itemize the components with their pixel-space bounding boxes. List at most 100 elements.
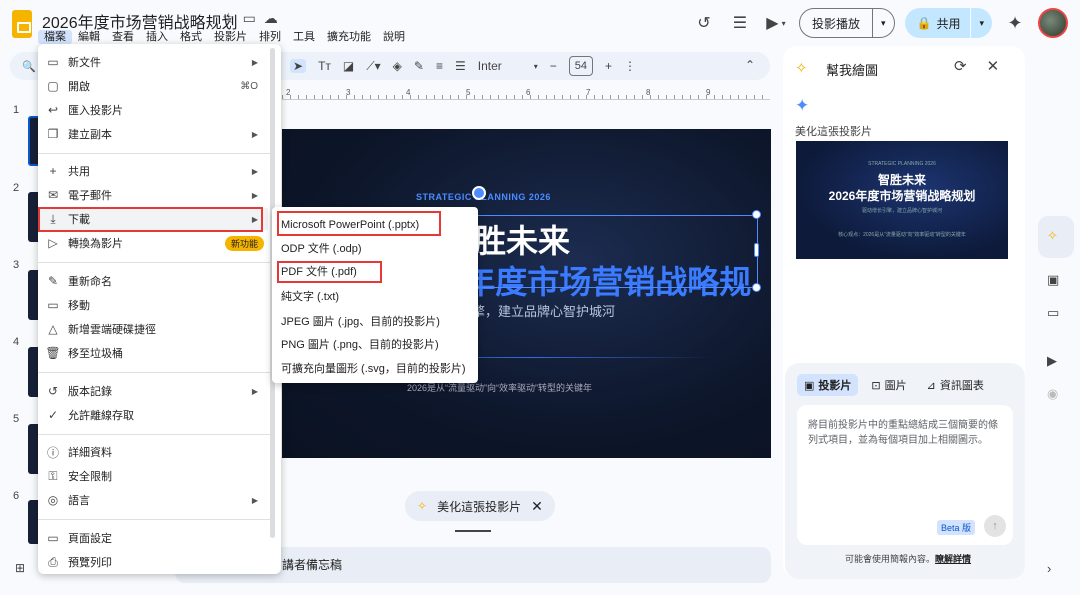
cloud-status-icon[interactable]: ☁: [264, 10, 278, 27]
font-size-input[interactable]: 54: [568, 56, 594, 76]
search-menus-icon[interactable]: 🔍: [22, 60, 36, 73]
menu-item-print-preview[interactable]: ⎙ 預覽列印: [38, 551, 268, 573]
shape-icon[interactable]: ◪: [343, 59, 354, 73]
fill-color-icon[interactable]: ◈: [393, 59, 402, 73]
menu-item-email[interactable]: ✉ 電子郵件 ▶: [38, 184, 268, 206]
border-color-icon[interactable]: ✎: [414, 59, 424, 73]
share-options-chevron-icon[interactable]: ▾: [971, 18, 992, 29]
menu-item-label: 移至垃圾桶: [68, 348, 123, 360]
select-icon[interactable]: ➤: [290, 59, 307, 73]
refresh-icon[interactable]: ⟳: [954, 57, 967, 75]
more-options-icon[interactable]: ⋮: [624, 59, 636, 73]
menu-item-trash[interactable]: 🗑 移至垃圾桶: [38, 342, 268, 364]
comment-icon[interactable]: ☰: [727, 10, 753, 36]
slides-logo[interactable]: [12, 10, 32, 38]
border-dash-icon[interactable]: ☰: [455, 59, 466, 73]
line-icon[interactable]: ⟋▾: [366, 59, 380, 74]
menu-item-add-shortcut[interactable]: △ 新增雲端硬碟捷徑: [38, 318, 268, 340]
learn-more-link[interactable]: 瞭解詳情: [935, 554, 971, 564]
menu-help[interactable]: 說明: [377, 30, 411, 44]
menu-item-convert-to-video[interactable]: ▷ 轉換為影片 新功能: [38, 232, 268, 254]
menu-extensions[interactable]: 擴充功能: [321, 30, 377, 44]
download-svg[interactable]: 可擴充向量圖形 (.svg，目前的投影片): [281, 358, 466, 380]
download-png[interactable]: PNG 圖片 (.png、目前的投影片): [281, 334, 439, 356]
speaker-notes-placeholder[interactable]: 講者備忘稿: [282, 556, 342, 573]
menu-item-version-history[interactable]: ↺ 版本記錄 ▶: [38, 380, 268, 402]
file-menu: ▭ 新文件 ▶ ▢ 開啟 ⌘O ↩ 匯入投影片 ❐ 建立副本 ▶ + 共用 ▶ ✉ 電子郵件 ▶ ⤓ 下…: [38, 44, 281, 574]
offline-check-icon: ✓: [47, 408, 59, 422]
resize-handle[interactable]: [754, 243, 759, 257]
tab-infographic[interactable]: ⊿ 資訊圖表: [920, 374, 991, 396]
close-icon[interactable]: ✕: [531, 498, 543, 515]
circle-icon[interactable]: ◉: [1047, 386, 1058, 402]
submenu-arrow-icon: ▶: [251, 129, 258, 139]
menu-item-security-limits[interactable]: ⚿ 安全限制: [38, 465, 268, 487]
menu-format[interactable]: 格式: [174, 30, 208, 44]
menu-arrange[interactable]: 排列: [253, 30, 287, 44]
border-weight-icon[interactable]: ≡: [436, 59, 443, 73]
move-folder-icon[interactable]: ▭: [243, 10, 256, 27]
menu-item-language[interactable]: ◎ 語言 ▶: [38, 489, 268, 511]
video-call-icon[interactable]: ▶ ▾: [763, 10, 789, 36]
prompt-tabs: ▣ 投影片 ⊡ 圖片 ⊿ 資訊圖表: [797, 374, 991, 396]
header-actions: ↺ ☰ ▶ ▾ 投影播放 ▾ 🔒 共用 ▾ ✦: [691, 8, 1068, 38]
menu-tools[interactable]: 工具: [287, 30, 321, 44]
expand-panel-icon[interactable]: ›: [1047, 561, 1051, 576]
menu-item-open[interactable]: ▢ 開啟 ⌘O: [38, 75, 268, 97]
menu-item-page-setup[interactable]: ▭ 頁面設定: [38, 527, 268, 549]
menu-item-new[interactable]: ▭ 新文件 ▶: [38, 51, 268, 73]
history-icon[interactable]: ↺: [691, 10, 717, 36]
keep-icon[interactable]: ▣: [1047, 272, 1059, 288]
paintbrush-sparkle-icon[interactable]: ✧: [1047, 228, 1058, 244]
menu-item-share[interactable]: + 共用 ▶: [38, 160, 268, 182]
menu-item-details[interactable]: ⓘ 詳細資料: [38, 441, 268, 463]
highlight-box: [38, 207, 263, 232]
menu-item-import-slides[interactable]: ↩ 匯入投影片: [38, 99, 268, 121]
menu-item-label: 允許離線存取: [68, 410, 134, 422]
beta-badge: Beta 版: [937, 520, 976, 535]
panel-title: 幫我繪圖: [826, 63, 879, 78]
tab-images[interactable]: ⊡ 圖片: [864, 374, 913, 396]
menu-item-offline[interactable]: ✓ 允許離線存取: [38, 404, 268, 426]
menu-file[interactable]: 檔案: [38, 30, 72, 44]
menu-insert[interactable]: 插入: [140, 30, 174, 44]
folder-icon[interactable]: ▭: [1047, 305, 1059, 321]
menu-item-make-copy[interactable]: ❐ 建立副本 ▶: [38, 123, 268, 145]
security-icon: ⚿: [48, 468, 58, 483]
prompt-input-text[interactable]: 將目前投影片中的重點總結成三個簡要的條列式項目，並為每個項目加上相關圖示。: [808, 418, 1003, 448]
menu-item-move[interactable]: ▭ 移動: [38, 294, 268, 316]
share-button[interactable]: 🔒 共用: [905, 8, 972, 38]
download-jpg[interactable]: JPEG 圖片 (.jpg、目前的投影片): [281, 311, 440, 333]
font-size-increase[interactable]: +: [605, 59, 612, 73]
thumb-heading-1: 智胜未来: [877, 173, 926, 187]
resize-handle[interactable]: [752, 210, 761, 219]
font-select[interactable]: Inter ▾: [478, 59, 538, 73]
star-icon[interactable]: ☆: [222, 10, 235, 27]
rotate-handle[interactable]: [472, 186, 486, 200]
ruler-label: 5: [466, 88, 471, 97]
avatar[interactable]: [1038, 8, 1068, 38]
send-arrow-icon[interactable]: ↑: [984, 515, 1006, 537]
menu-view[interactable]: 查看: [106, 30, 140, 44]
gemini-sparkle-icon[interactable]: ✦: [1002, 10, 1028, 36]
tab-slides[interactable]: ▣ 投影片: [797, 374, 859, 396]
collapse-toolbar-icon[interactable]: ⌃: [745, 58, 755, 72]
video-icon[interactable]: ▶: [1047, 353, 1057, 369]
present-button[interactable]: 投影播放: [800, 9, 873, 37]
menu-edit[interactable]: 編輯: [72, 30, 106, 44]
beautify-preview-thumbnail[interactable]: STRATEGIC PLANNING 2026 智胜未来 2026年度市场营销战…: [796, 141, 1008, 259]
menu-slide[interactable]: 投影片: [208, 30, 253, 44]
chevron-down-icon: ▾: [781, 18, 786, 28]
resize-handle[interactable]: [752, 283, 761, 292]
font-size-decrease[interactable]: −: [550, 59, 557, 73]
menu-item-rename[interactable]: ✎ 重新命名: [38, 270, 268, 292]
menu-item-label: 移動: [68, 300, 90, 312]
download-odp[interactable]: ODP 文件 (.odp): [281, 238, 362, 260]
close-icon[interactable]: ✕: [987, 57, 1000, 75]
text-box-icon[interactable]: Tт: [318, 59, 331, 73]
menu-item-label: 頁面設定: [68, 533, 112, 545]
present-options-chevron-icon[interactable]: ▾: [873, 18, 894, 29]
download-txt[interactable]: 純文字 (.txt): [281, 286, 339, 308]
beautify-slide-chip[interactable]: ✧ 美化這張投影片 ✕: [405, 491, 555, 521]
grid-view-icon[interactable]: ⊞: [15, 561, 25, 575]
